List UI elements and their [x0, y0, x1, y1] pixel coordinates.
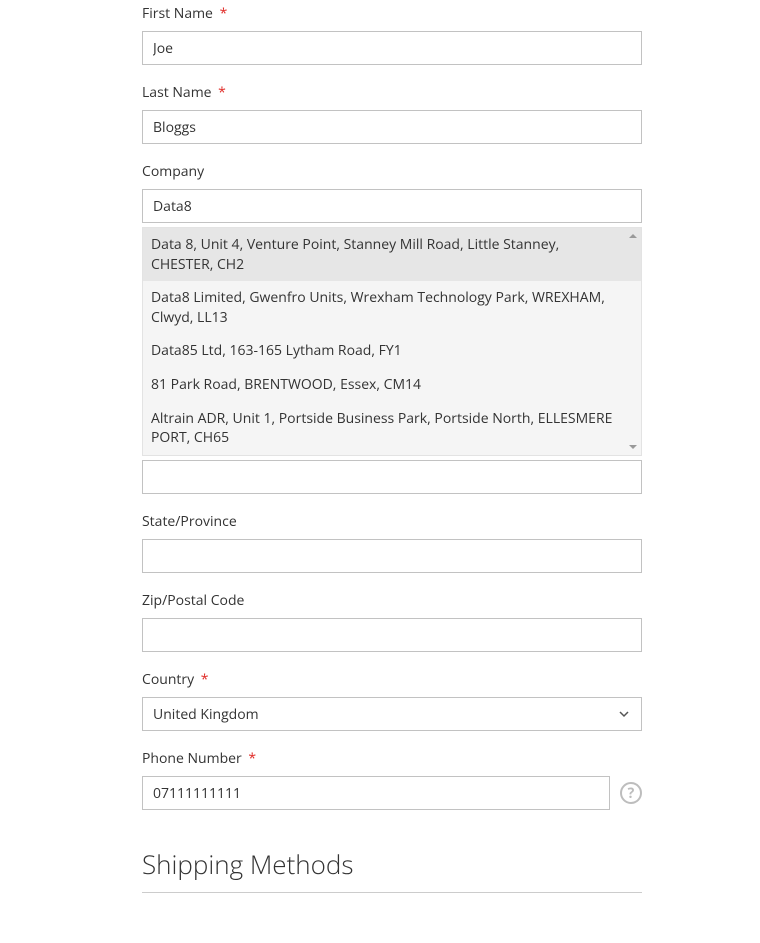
required-mark: * — [248, 749, 256, 768]
state-label: State/Province — [142, 512, 642, 531]
phone-label: Phone Number * — [142, 749, 642, 768]
required-mark: * — [201, 670, 209, 689]
last-name-label: Last Name * — [142, 83, 642, 102]
state-input[interactable] — [142, 539, 642, 573]
last-name-input[interactable] — [142, 110, 642, 144]
autocomplete-item[interactable]: Altrain ADR, Unit 1, Portside Business P… — [143, 402, 641, 455]
help-icon[interactable]: ? — [620, 782, 642, 804]
required-mark: * — [218, 83, 226, 102]
zip-field: Zip/Postal Code — [142, 591, 642, 652]
zip-input[interactable] — [142, 618, 642, 652]
country-select[interactable] — [142, 697, 642, 731]
scroll-down-icon[interactable] — [629, 445, 637, 449]
zip-label: Zip/Postal Code — [142, 591, 642, 610]
autocomplete-item[interactable]: Data85 Ltd, 163-165 Lytham Road, FY1 — [143, 334, 641, 368]
country-label-text: Country — [142, 670, 194, 689]
company-input[interactable] — [142, 189, 642, 223]
last-name-field: Last Name * — [142, 83, 642, 144]
company-field: Company Data 8, Unit 4, Venture Point, S… — [142, 162, 642, 223]
shipping-methods-heading: Shipping Methods — [142, 828, 642, 893]
first-name-label-text: First Name — [142, 4, 213, 23]
first-name-input[interactable] — [142, 31, 642, 65]
company-autocomplete-dropdown[interactable]: Data 8, Unit 4, Venture Point, Stanney M… — [142, 227, 642, 456]
phone-field: Phone Number * ? — [142, 749, 642, 810]
autocomplete-item[interactable]: Data 8, Unit 4, Venture Point, Stanney M… — [143, 228, 641, 281]
last-name-label-text: Last Name — [142, 83, 212, 102]
autocomplete-item[interactable]: Data8 Limited, Gwenfro Units, Wrexham Te… — [143, 281, 641, 334]
country-field: Country * — [142, 670, 642, 731]
autocomplete-item[interactable]: 81 Park Road, BRENTWOOD, Essex, CM14 — [143, 368, 641, 402]
first-name-field: First Name * — [142, 4, 642, 65]
required-mark: * — [220, 4, 228, 23]
state-field: State/Province — [142, 512, 642, 573]
city-input[interactable] — [142, 460, 642, 494]
company-label: Company — [142, 162, 642, 181]
first-name-label: First Name * — [142, 4, 642, 23]
country-label: Country * — [142, 670, 642, 689]
phone-input[interactable] — [142, 776, 610, 810]
phone-label-text: Phone Number — [142, 749, 242, 768]
scroll-up-icon[interactable] — [629, 234, 637, 238]
